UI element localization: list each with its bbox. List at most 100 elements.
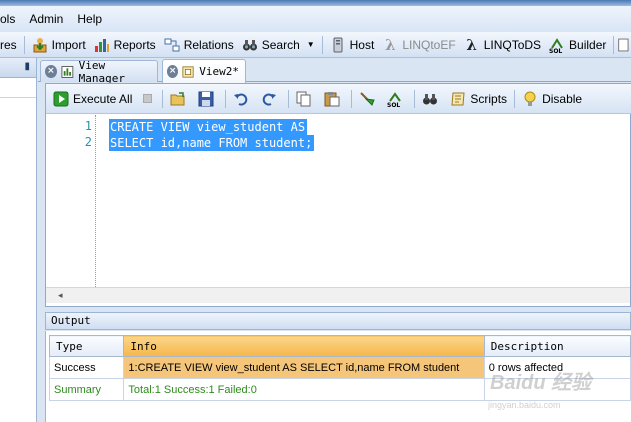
- output-panel-header: Output: [45, 312, 631, 330]
- toolbar-separator: [225, 89, 227, 108]
- scripts-icon: [451, 92, 465, 105]
- search-button[interactable]: Search ▼: [238, 34, 319, 56]
- svg-text:SQL: SQL: [387, 102, 400, 107]
- document-icon[interactable]: [617, 37, 631, 53]
- document-tabs: × View Manager × View2*: [38, 58, 631, 85]
- linq-to-ds-label: LINQToDS: [483, 37, 542, 52]
- code-line[interactable]: CREATE VIEW view_student AS: [109, 119, 308, 135]
- left-panel-header: ▮: [0, 58, 36, 78]
- toolbar-separator: [288, 89, 290, 108]
- save-button[interactable]: [194, 88, 222, 110]
- redo-button[interactable]: [257, 88, 285, 110]
- line-number: 1: [84, 119, 92, 133]
- chevron-down-icon[interactable]: ▼: [307, 40, 315, 49]
- host-icon: [333, 37, 343, 52]
- procedures-label: res: [0, 37, 17, 52]
- scripts-button[interactable]: Scripts: [446, 88, 511, 110]
- line-number: 2: [84, 135, 92, 149]
- reports-label: Reports: [113, 37, 156, 52]
- pin-icon[interactable]: ▮: [24, 61, 30, 72]
- relations-button[interactable]: Relations: [160, 34, 238, 56]
- toolbar-separator: [162, 89, 164, 108]
- column-header-info[interactable]: Info: [123, 335, 485, 357]
- folder-open-icon: [170, 91, 185, 105]
- paste-icon: [324, 91, 340, 106]
- toolbar-separator: [514, 89, 516, 108]
- paste-button[interactable]: [320, 88, 348, 110]
- tab-view2[interactable]: × View2*: [162, 59, 246, 83]
- open-button[interactable]: [166, 88, 194, 110]
- toolbar-separator: [414, 89, 416, 108]
- undo-icon: [234, 93, 248, 106]
- close-icon[interactable]: ×: [45, 65, 57, 78]
- cell-info: 1:CREATE VIEW view_student AS SELECT id,…: [123, 356, 485, 379]
- table-row[interactable]: Summary Total:1 Success:1 Failed:0: [48, 378, 631, 401]
- undo-button[interactable]: [229, 88, 257, 110]
- tab-view-manager[interactable]: × View Manager: [40, 58, 158, 85]
- import-icon: [33, 37, 47, 52]
- cell-description: 0 rows affected: [483, 356, 631, 379]
- menu-tools[interactable]: ols: [0, 12, 22, 26]
- stop-button[interactable]: [136, 88, 159, 110]
- host-label: Host: [349, 37, 375, 52]
- stop-icon: [143, 94, 153, 103]
- close-icon[interactable]: ×: [167, 65, 179, 78]
- output-grid: Type Info Description Success 1:CREATE V…: [48, 335, 631, 401]
- left-panel: ▮: [0, 58, 37, 422]
- lambda-icon: λ: [466, 35, 477, 54]
- disable-label: Disable: [542, 91, 583, 106]
- column-header-type[interactable]: Type: [48, 335, 125, 357]
- menu-admin[interactable]: Admin: [22, 12, 70, 26]
- table-row[interactable]: Success 1:CREATE VIEW view_student AS SE…: [48, 356, 631, 379]
- copy-icon: [296, 91, 311, 106]
- builder-button[interactable]: SQL Builder: [545, 34, 610, 56]
- code-line[interactable]: SELECT id,name FROM student;: [109, 135, 315, 151]
- column-header-description[interactable]: Description: [483, 335, 631, 357]
- reports-button[interactable]: Reports: [90, 34, 160, 56]
- sql-builder-button[interactable]: SQL: [383, 88, 411, 110]
- toolbar-separator: [321, 35, 323, 54]
- import-button[interactable]: Import: [28, 34, 90, 56]
- editor-toolbar: Execute All SQL Scripts Disable: [46, 84, 631, 114]
- sql-editor[interactable]: 1 2 CREATE VIEW view_student AS SELECT i…: [46, 115, 630, 287]
- tab-label: View Manager: [78, 58, 125, 85]
- import-label: Import: [51, 37, 86, 52]
- play-icon: [53, 91, 69, 106]
- cell-type: Success: [48, 356, 125, 379]
- clear-button[interactable]: [355, 88, 383, 110]
- find-button[interactable]: [418, 88, 446, 110]
- linq-to-ef-label: LINQtoEF: [402, 37, 456, 52]
- relations-icon: [164, 38, 180, 51]
- binoculars-icon: [242, 39, 257, 50]
- tab-label: View2*: [199, 65, 239, 78]
- cell-info: Total:1 Success:1 Failed:0: [123, 378, 485, 401]
- sql-builder-icon: SQL: [549, 37, 563, 53]
- copy-button[interactable]: [292, 88, 320, 110]
- sql-builder-icon: SQL: [387, 91, 402, 107]
- procedures-button[interactable]: res: [0, 34, 21, 56]
- svg-text:SQL: SQL: [549, 48, 562, 53]
- execute-all-label: Execute All: [73, 91, 133, 106]
- cell-description: [483, 378, 631, 401]
- host-button[interactable]: Host: [326, 34, 379, 56]
- linq-to-ds-button[interactable]: λ LINQToDS: [460, 34, 545, 56]
- save-icon: [198, 91, 214, 106]
- line-number-gutter: 1 2: [46, 115, 96, 287]
- reports-icon: [94, 38, 109, 52]
- builder-label: Builder: [569, 37, 607, 52]
- linq-to-ef-button[interactable]: λ LINQtoEF: [378, 34, 459, 56]
- left-panel-row: [0, 78, 36, 98]
- toolbar-separator: [351, 89, 353, 108]
- horizontal-scrollbar[interactable]: ◂: [46, 287, 630, 303]
- editor-panel: Execute All SQL Scripts Disable 1 2 CREA…: [45, 83, 631, 307]
- scroll-left-icon[interactable]: ◂: [58, 290, 63, 301]
- search-label: Search: [261, 37, 300, 52]
- output-panel: Type Info Description Success 1:CREATE V…: [45, 331, 631, 422]
- cell-type: Summary: [48, 378, 125, 401]
- execute-all-button[interactable]: Execute All: [49, 88, 136, 110]
- menu-help[interactable]: Help: [70, 12, 109, 26]
- lambda-icon: λ: [385, 35, 396, 54]
- view-manager-icon: [61, 65, 74, 78]
- lightbulb-icon: [524, 91, 536, 106]
- disable-button[interactable]: Disable: [518, 88, 586, 110]
